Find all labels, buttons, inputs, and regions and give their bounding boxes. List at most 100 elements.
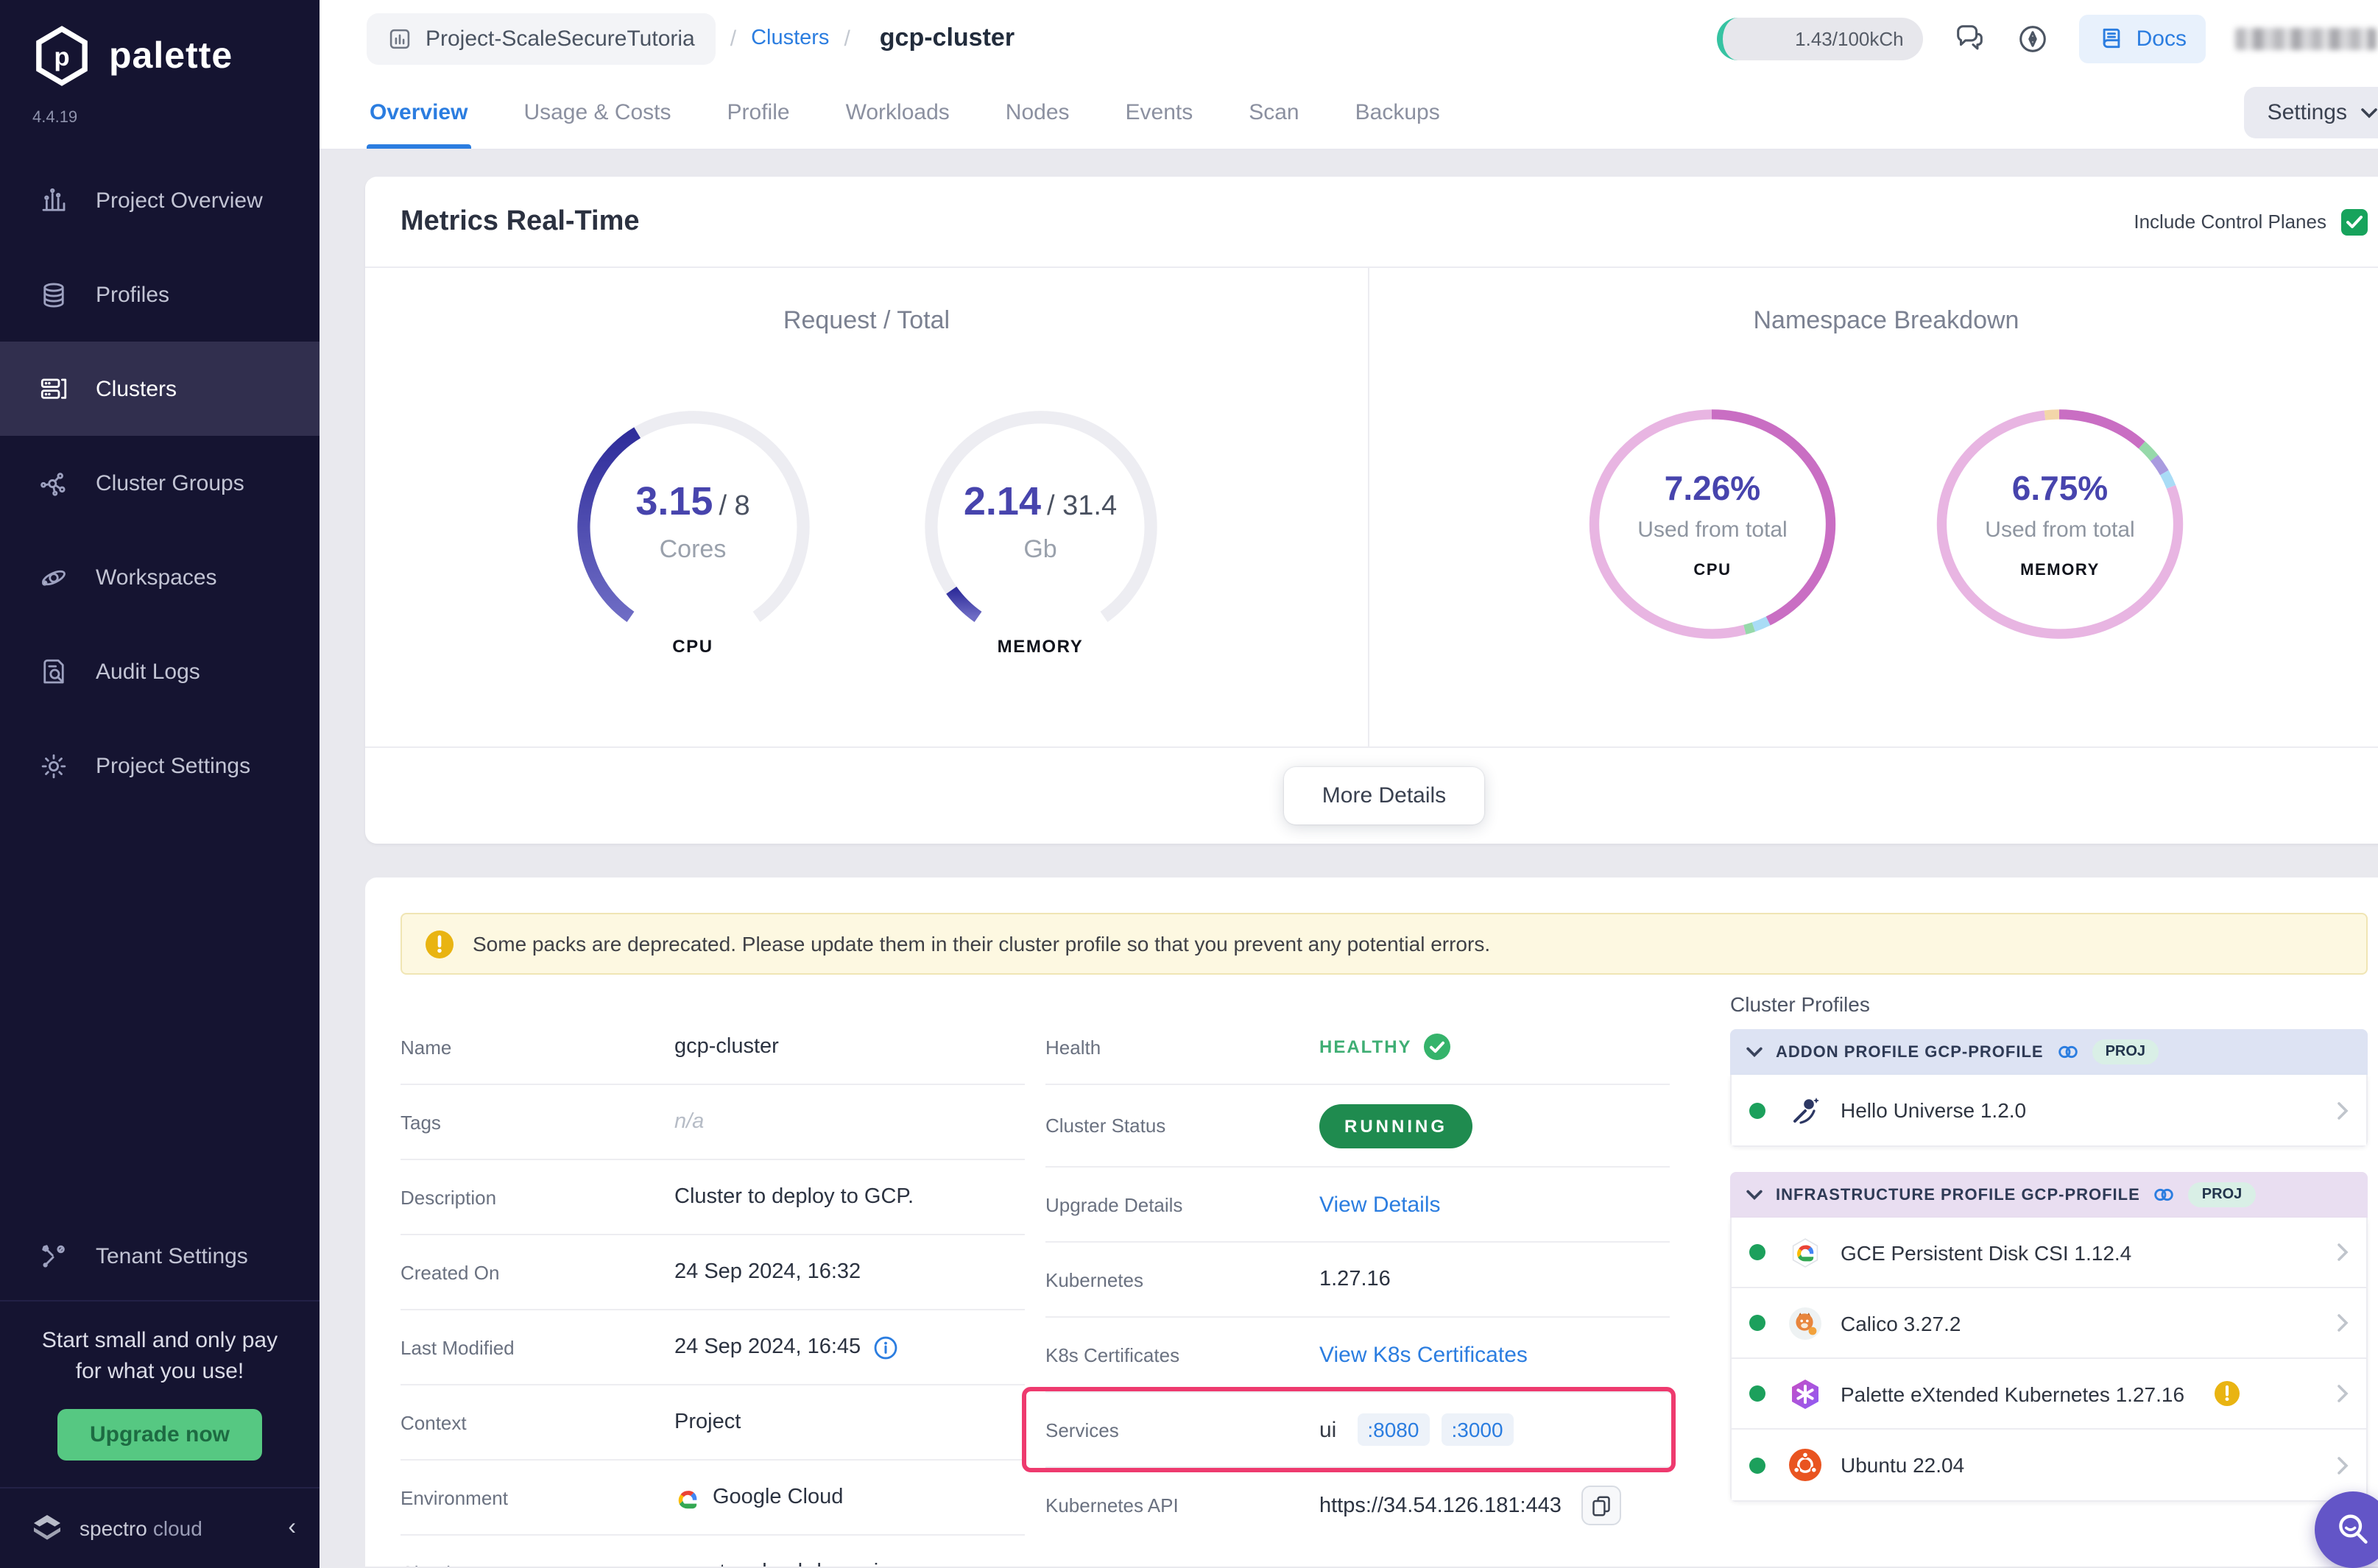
tab-overview[interactable]: Overview — [367, 77, 470, 149]
docs-label: Docs — [2137, 26, 2187, 51]
cluster-profiles-title: Cluster Profiles — [1730, 992, 2368, 1016]
breadcrumb-project: Project-ScaleSecureTutoria — [426, 26, 695, 51]
service-port-3000[interactable]: :3000 — [1441, 1413, 1513, 1446]
tab-profile[interactable]: Profile — [724, 77, 793, 149]
detail-row-upgrade-details: Upgrade Details View Details — [1045, 1168, 1670, 1243]
sidebar-spacer — [0, 813, 320, 1214]
warning-icon — [426, 930, 454, 958]
details-grid: Name gcp-cluster Tags n/a Description Cl… — [401, 1010, 2368, 1567]
view-k8s-certificates-link[interactable]: View K8s Certificates — [1319, 1342, 1528, 1367]
usage-quota-value: 1.43/100kCh — [1795, 27, 1903, 49]
profile-pack-gce-csi[interactable]: GCE Persistent Disk CSI 1.12.4 — [1732, 1218, 2366, 1288]
profile-pack-palette-extended-kubernetes[interactable]: Palette eXtended Kubernetes 1.27.16 — [1732, 1359, 2366, 1430]
include-control-planes-checkbox[interactable] — [2341, 208, 2368, 235]
profile-pack-calico[interactable]: Calico 3.27.2 — [1732, 1288, 2366, 1359]
bar-chart-icon — [38, 185, 69, 216]
sidebar-item-tenant-settings[interactable]: Tenant Settings — [0, 1214, 320, 1299]
pack-status-dot — [1749, 1315, 1765, 1331]
cpu-used-caption: Used from total — [1586, 518, 1839, 543]
chevron-down-icon — [2360, 107, 2378, 119]
breadcrumb-clusters-link[interactable]: Clusters — [751, 27, 829, 50]
details-middle-column: Health HEALTHY Cluster Status RUNNING Up… — [1045, 1010, 1670, 1543]
memory-request-value: 2.14 — [964, 479, 1041, 523]
audit-icon — [38, 656, 69, 687]
health-status: HEALTHY — [1319, 1036, 1412, 1057]
sidebar-item-project-overview[interactable]: Project Overview — [0, 153, 320, 247]
more-details-button[interactable]: More Details — [1284, 767, 1484, 824]
memory-gauge-label: MEMORY — [914, 636, 1167, 657]
infrastructure-profile-section-header[interactable]: INFRASTRUCTURE PROFILE GCP-PROFILE PROJ — [1730, 1172, 2368, 1218]
view-details-link[interactable]: View Details — [1319, 1192, 1441, 1217]
sidebar-item-clusters[interactable]: Clusters — [0, 342, 320, 436]
detail-row-last-modified: Last Modified 24 Sep 2024, 16:45 — [401, 1310, 1025, 1385]
network-icon — [38, 467, 69, 498]
cpu-donut-label: CPU — [1586, 562, 1839, 579]
pack-status-dot — [1749, 1244, 1765, 1260]
footer-brand: spectrocloud — [80, 1516, 202, 1540]
service-port-8080[interactable]: :8080 — [1357, 1413, 1429, 1446]
tab-usage-costs[interactable]: Usage & Costs — [521, 77, 674, 149]
sidebar-item-audit-logs[interactable]: Audit Logs — [0, 624, 320, 718]
pack-warning-icon — [2214, 1381, 2239, 1406]
tab-events[interactable]: Events — [1123, 77, 1196, 149]
addon-profile-section-header[interactable]: ADDON PROFILE GCP-PROFILE PROJ — [1730, 1029, 2368, 1075]
running-badge: RUNNING — [1319, 1103, 1472, 1148]
upgrade-now-button[interactable]: Upgrade now — [57, 1409, 262, 1461]
profile-pack-hello-universe[interactable]: Hello Universe 1.2.0 — [1732, 1075, 2366, 1145]
app-version: 4.4.19 — [32, 109, 320, 127]
deprecated-packs-alert: Some packs are deprecated. Please update… — [401, 913, 2368, 975]
tab-backups[interactable]: Backups — [1352, 77, 1443, 149]
link-icon — [2057, 1041, 2079, 1063]
sidebar-item-label: Clusters — [96, 376, 177, 401]
tab-nodes[interactable]: Nodes — [1003, 77, 1073, 149]
namespace-breakdown-title: Namespace Breakdown — [1369, 306, 2378, 336]
ubuntu-icon — [1788, 1447, 1823, 1483]
chevron-right-icon — [2337, 1243, 2349, 1262]
cpu-gauge: 3.15/ 8 Cores CPU — [566, 398, 819, 657]
memory-total-value: / 31.4 — [1047, 491, 1117, 522]
chat-icon[interactable] — [1952, 21, 1986, 55]
sidebar-item-profiles[interactable]: Profiles — [0, 247, 320, 342]
tab-scan[interactable]: Scan — [1246, 77, 1302, 149]
profile-pack-ubuntu[interactable]: Ubuntu 22.04 — [1732, 1430, 2366, 1500]
project-selector[interactable]: Project-ScaleSecureTutoria — [367, 13, 716, 64]
details-left-column: Name gcp-cluster Tags n/a Description Cl… — [401, 1010, 1025, 1567]
sidebar-item-cluster-groups[interactable]: Cluster Groups — [0, 436, 320, 530]
brand-block: p palette 4.4.19 — [0, 0, 320, 127]
proj-badge: PROJ — [2189, 1182, 2255, 1207]
page-title: gcp-cluster — [880, 24, 1015, 53]
compass-icon[interactable] — [2016, 21, 2050, 55]
sidebar-item-workspaces[interactable]: Workspaces — [0, 530, 320, 624]
servers-icon — [38, 373, 69, 404]
copy-api-url-button[interactable] — [1582, 1486, 1622, 1525]
palette-logo-icon: p — [29, 24, 94, 88]
sidebar-item-label: Profiles — [96, 282, 169, 307]
settings-button[interactable]: Settings — [2244, 87, 2378, 138]
copy-icon — [1592, 1495, 1612, 1516]
memory-donut-label: MEMORY — [1933, 562, 2187, 579]
tools-icon — [38, 1241, 69, 1272]
user-menu[interactable] — [2235, 27, 2377, 49]
svg-text:p: p — [54, 43, 69, 71]
memory-namespace-donut: 6.75% Used from total MEMORY — [1933, 389, 2187, 660]
memory-unit: Gb — [914, 535, 1167, 565]
tab-workloads[interactable]: Workloads — [843, 77, 953, 149]
gear-icon — [38, 750, 69, 781]
usage-quota-pill[interactable]: 1.43/100kCh — [1717, 17, 1923, 60]
sidebar-item-label: Project Overview — [96, 188, 263, 213]
collapse-sidebar-icon[interactable]: ‹ — [288, 1515, 296, 1541]
gcp-icon — [1788, 1235, 1823, 1270]
book-icon — [2098, 25, 2125, 52]
pack-status-dot — [1749, 1457, 1765, 1473]
detail-row-environment: Environment Google Cloud — [401, 1461, 1025, 1536]
sidebar-item-project-settings[interactable]: Project Settings — [0, 718, 320, 813]
google-cloud-icon — [674, 1486, 701, 1508]
memory-used-percent: 6.75% — [1933, 469, 2187, 509]
docs-button[interactable]: Docs — [2079, 14, 2206, 63]
info-icon[interactable] — [872, 1335, 897, 1360]
proj-badge: PROJ — [2092, 1039, 2159, 1064]
alert-text: Some packs are deprecated. Please update… — [473, 932, 1490, 956]
sidebar-item-label: Cluster Groups — [96, 470, 244, 495]
top-header: Project-ScaleSecureTutoria / Clusters / … — [320, 0, 2378, 77]
cpu-request-value: 3.15 — [635, 479, 713, 523]
